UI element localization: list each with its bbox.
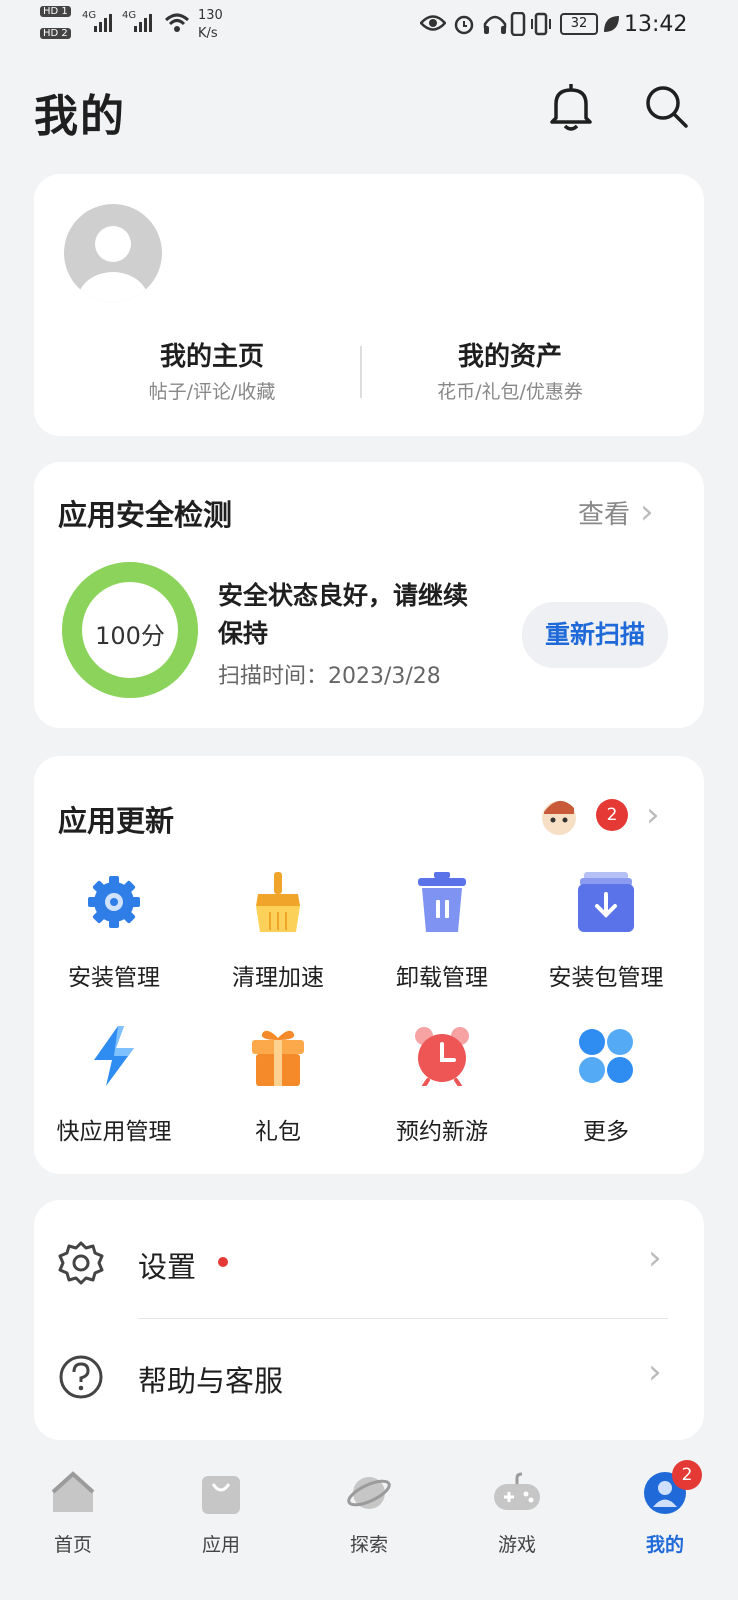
chevron-right-icon: › [648,1238,662,1278]
chevron-right-icon: › [648,1352,662,1392]
signal-icon [94,14,112,32]
alarm-clock-icon [415,1027,469,1086]
app-update-link[interactable]: 2 › [538,794,660,836]
sim2-hd-badge: HD 2 [40,28,71,39]
view-label: 查看 [578,499,631,530]
chevron-right-icon: › [640,492,654,532]
phone-icon [510,12,526,36]
gift-icon [252,1030,304,1086]
battery-level: 32 [560,13,598,35]
search-icon[interactable] [644,84,690,130]
mine-badge: 2 [672,1460,702,1490]
app-update-title: 应用更新 [58,804,175,838]
page-title: 我的 [34,91,126,142]
grid-label: 安装管理 [68,965,160,991]
alarm-icon [454,15,474,35]
divider [138,1318,668,1319]
avatar[interactable] [64,204,162,302]
security-title: 应用安全检测 [58,498,233,532]
nav-label: 探索 [349,1534,388,1556]
chevron-right-icon: › [646,795,660,835]
update-count-badge: 2 [596,799,628,831]
lightning-icon [94,1026,134,1086]
bell-icon[interactable] [548,82,594,132]
security-check-card: 应用安全检测 查看 › 100分 安全状态良好，请继续 保持 扫描时间：2023… [34,462,704,728]
bottom-nav: 首页 应用 探索 游戏 2 我的 [0,1458,738,1600]
app-update-card: 应用更新 2 › 安装管理 清理加速 卸载管理 安装包管理 快应用管理 礼包 预… [34,756,704,1174]
grid-label: 礼包 [255,1119,301,1145]
clock: 13:42 [624,12,688,37]
my-assets-title: 我的资产 [457,342,562,372]
security-view-link[interactable]: 查看 › [578,492,654,532]
broom-icon [256,872,300,932]
settings-label: 设置 [138,1250,197,1284]
app-thumbnail-icon [542,800,576,835]
wifi-icon [164,13,190,32]
my-homepage-title: 我的主页 [159,342,264,372]
rescan-button[interactable]: 重新扫描 [522,602,668,668]
planet-icon [347,1477,391,1509]
grid-label: 卸载管理 [396,965,488,991]
nav-label: 首页 [53,1534,92,1556]
my-assets-subtitle: 花币/礼包/优惠券 [437,381,583,403]
more-grid-icon [579,1029,633,1083]
headphones-icon [483,15,507,34]
network-speed-value: 130 [198,8,223,23]
settings-gear-icon [58,1241,104,1285]
my-assets-entry[interactable]: 我的资产 花币/礼包/优惠券 [410,336,610,404]
security-status-line2: 保持 [218,619,269,648]
grid-label: 预约新游 [396,1119,488,1145]
network-speed-unit: K/s [198,26,218,41]
package-download-icon [578,872,634,932]
help-service-row[interactable]: 帮助与客服 › [34,1320,704,1440]
divider [360,346,362,398]
default-avatar-icon [77,226,149,302]
help-question-icon [59,1355,103,1399]
menu-card: 设置 › 帮助与客服 › [34,1200,704,1440]
security-status-line1: 安全状态良好，请继续 [218,581,469,610]
sim1-hd-badge: HD 1 [40,6,71,17]
nav-label: 游戏 [497,1534,536,1556]
my-homepage-subtitle: 帖子/评论/收藏 [148,381,276,403]
my-homepage-entry[interactable]: 我的主页 帖子/评论/收藏 [112,336,312,404]
nav-label: 应用 [201,1534,240,1556]
profile-card: 我的主页 帖子/评论/收藏 我的资产 花币/礼包/优惠券 [34,174,704,436]
bag-icon [202,1476,240,1514]
help-service-label: 帮助与客服 [138,1364,284,1398]
scan-time: 扫描时间：2023/3/28 [218,664,441,689]
vibrate-icon [531,12,551,36]
signal-icon-2 [134,14,152,32]
home-icon [51,1471,95,1512]
trash-icon [418,872,466,932]
grid-label: 清理加速 [232,965,324,991]
leaf-icon [604,16,619,32]
settings-red-dot [218,1257,228,1267]
grid-label: 更多 [583,1119,629,1145]
settings-row[interactable]: 设置 › [34,1200,704,1320]
nav-label-active: 我的 [645,1534,684,1556]
install-gear-icon [88,876,140,928]
grid-label: 快应用管理 [56,1119,172,1145]
gamepad-icon [494,1472,540,1510]
grid-label: 安装包管理 [548,965,664,991]
eye-icon [420,15,446,31]
security-score: 100分 [95,622,165,650]
